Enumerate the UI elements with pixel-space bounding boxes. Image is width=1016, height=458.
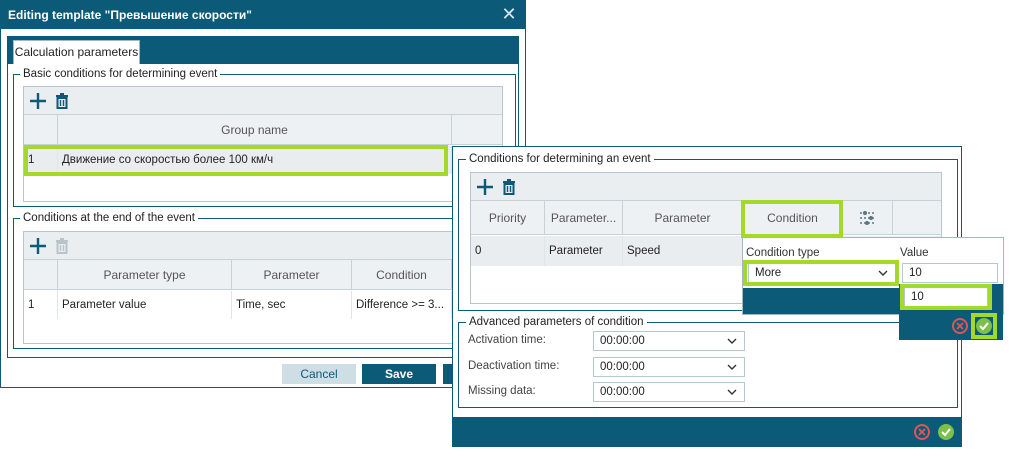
add-icon[interactable] (475, 177, 495, 197)
add-icon[interactable] (28, 236, 48, 256)
deactivation-time-label: Deactivation time: (468, 360, 560, 372)
missing-data-select[interactable]: 00:00:00 (593, 382, 745, 402)
chevron-down-icon (878, 270, 888, 276)
table-toolbar (24, 87, 502, 115)
value-suggestion[interactable]: 10 (904, 287, 988, 307)
conditions-legend: Conditions for determining an event (466, 153, 654, 165)
row-parameter: Speed (623, 236, 743, 266)
deactivation-time-select[interactable]: 00:00:00 (593, 357, 745, 377)
column-group-name[interactable]: Group name (58, 115, 452, 145)
table-toolbar (471, 173, 941, 201)
end-conditions-legend: Conditions at the end of the event (20, 212, 198, 224)
close-icon[interactable]: ✕ (501, 5, 517, 23)
column-settings[interactable] (843, 201, 893, 235)
cancel-button[interactable]: Cancel (282, 364, 356, 384)
chevron-down-icon (727, 389, 737, 395)
cancel-icon[interactable] (914, 424, 930, 440)
deactivation-time-value: 00:00:00 (600, 361, 645, 373)
accept-icon[interactable] (938, 424, 954, 440)
value-input[interactable]: 10 (902, 263, 998, 283)
column-condition[interactable]: Condition (743, 201, 843, 235)
activation-time-label: Activation time: (468, 334, 546, 346)
chevron-down-icon (727, 338, 737, 344)
row-parameter-type: Parameter (545, 236, 623, 266)
column-condition[interactable]: Condition (352, 260, 452, 290)
value-label: Value (900, 247, 929, 259)
column-parameter-type[interactable]: Parameter type (58, 260, 232, 290)
row-condition: Difference >= 3... (352, 291, 452, 319)
advanced-params-legend: Advanced parameters of condition (466, 316, 647, 328)
end-conditions-table: Parameter type Parameter Condition 1 Par… (23, 231, 503, 344)
groups-table: Group name 1 Движение со скоростью более… (23, 86, 503, 202)
popup-accept-icon[interactable] (976, 318, 992, 334)
add-icon[interactable] (28, 91, 48, 111)
column-parameter[interactable]: Parameter (232, 260, 352, 290)
row-index: 1 (24, 146, 58, 174)
popup-cancel-icon[interactable] (952, 318, 968, 334)
dialog-title: Editing template "Превышение скорости" (1, 1, 525, 29)
popup-footer (743, 288, 899, 314)
missing-data-label: Missing data: (468, 385, 536, 397)
activation-time-select[interactable]: 00:00:00 (593, 331, 745, 351)
chevron-down-icon (727, 364, 737, 370)
save-button[interactable]: Save (362, 364, 436, 384)
delete-icon (52, 236, 72, 256)
column-parameter[interactable]: Parameter (623, 201, 743, 235)
missing-data-value: 00:00:00 (600, 386, 645, 398)
value-input-text: 10 (909, 267, 922, 279)
table-header: Group name (24, 115, 502, 145)
condition-type-label: Condition type (746, 247, 820, 259)
column-priority[interactable]: Priority (471, 201, 545, 235)
value-suggestion-text: 10 (911, 291, 924, 303)
table-header: Priority Parameter... Parameter Conditio… (471, 201, 941, 235)
delete-icon[interactable] (499, 177, 519, 197)
table-row[interactable]: 1 Движение со скоростью более 100 км/ч (24, 146, 502, 174)
dialog-footer (453, 417, 961, 446)
table-row[interactable]: 1 Parameter value Time, sec Difference >… (24, 291, 502, 319)
row-priority: 0 (471, 236, 545, 266)
condition-type-value: More (755, 267, 782, 279)
table-header: Parameter type Parameter Condition (24, 260, 502, 290)
delete-icon[interactable] (52, 91, 72, 111)
column-parameter-type[interactable]: Parameter... (545, 201, 623, 235)
row-group-name: Движение со скоростью более 100 км/ч (58, 146, 452, 174)
row-index: 1 (24, 291, 58, 319)
row-parameter: Time, sec (232, 291, 352, 319)
tab-calculation-parameters[interactable]: Calculation parameters (13, 40, 140, 64)
basic-conditions-legend: Basic conditions for determining event (20, 68, 221, 80)
table-toolbar (24, 232, 502, 260)
condition-type-select[interactable]: More (748, 263, 896, 283)
activation-time-value: 00:00:00 (600, 335, 645, 347)
row-parameter-type: Parameter value (58, 291, 232, 319)
